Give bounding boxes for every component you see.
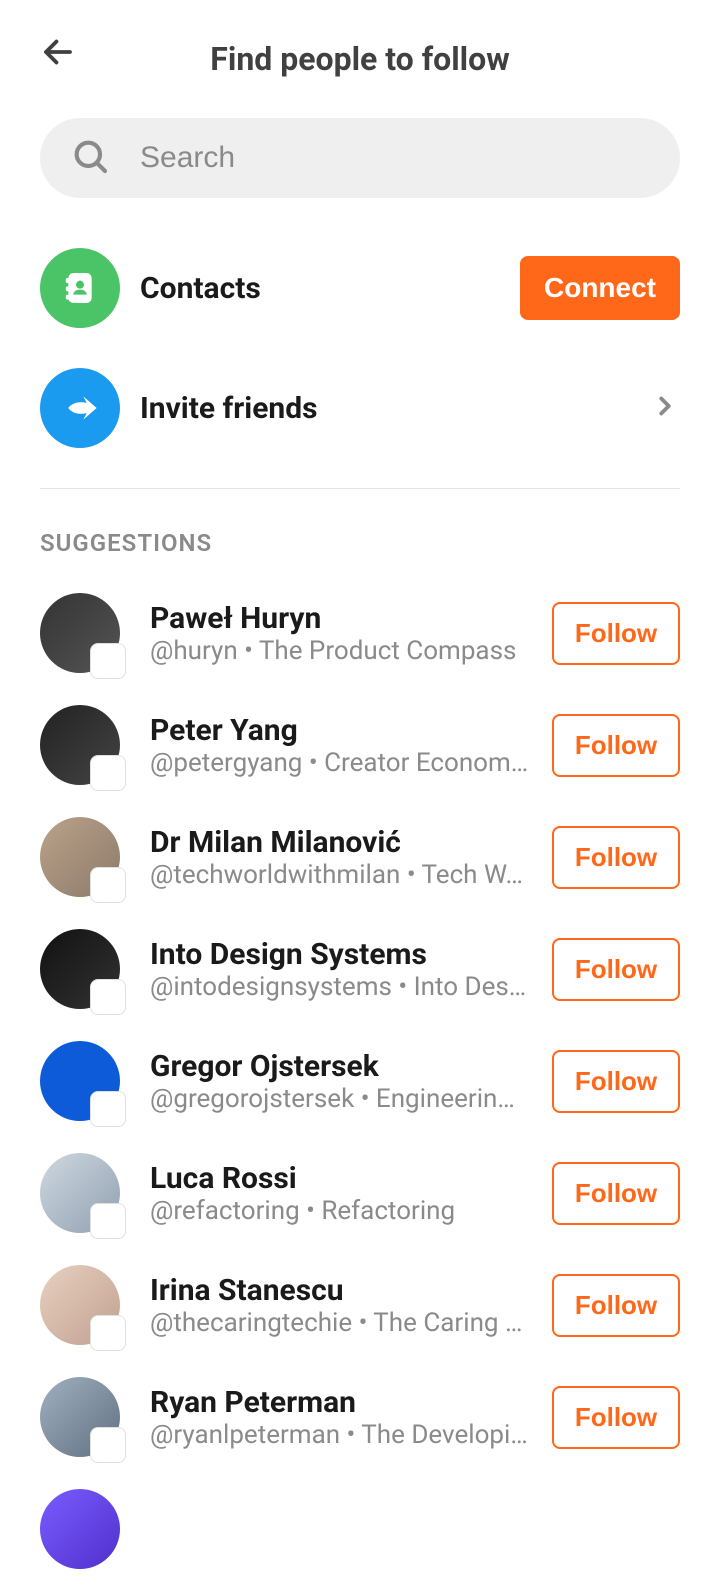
publication-badge-icon [90,1315,126,1351]
publication-badge-icon [90,1091,126,1127]
suggestion-name: Gregor Ojstersek [150,1049,536,1084]
suggestion-row[interactable]: Luca Rossi @refactoring • Refactoring Fo… [0,1137,720,1249]
suggestion-name: Into Design Systems [150,937,536,972]
connect-button[interactable]: Connect [520,256,680,320]
avatar [40,1377,120,1457]
suggestion-name: Luca Rossi [150,1161,536,1196]
search-input[interactable] [140,141,650,175]
publication-badge-icon [90,1203,126,1239]
suggestion-handle: @gregorojstersek • Engineerin… [150,1084,536,1114]
suggestion-handle: @petergyang • Creator Econom… [150,748,536,778]
avatar [40,1153,120,1233]
suggestion-row[interactable]: Peter Yang @petergyang • Creator Econom…… [0,689,720,801]
follow-button[interactable]: Follow [552,1050,680,1113]
suggestion-handle: @thecaringtechie • The Caring … [150,1308,536,1338]
share-icon [40,368,120,448]
suggestion-row[interactable]: Gregor Ojstersek @gregorojstersek • Engi… [0,1025,720,1137]
follow-button[interactable]: Follow [552,826,680,889]
avatar [40,817,120,897]
avatar [40,929,120,1009]
suggestion-row[interactable]: Into Design Systems @intodesignsystems •… [0,913,720,1025]
suggestion-row[interactable] [0,1473,720,1585]
page-title: Find people to follow [40,40,680,78]
suggestion-row[interactable]: Ryan Peterman @ryanlpeterman • The Devel… [0,1361,720,1473]
suggestion-name: Irina Stanescu [150,1273,536,1308]
suggestion-handle: @techworldwithmilan • Tech W… [150,860,536,890]
follow-button[interactable]: Follow [552,1274,680,1337]
avatar [40,1265,120,1345]
avatar [40,593,120,673]
invite-friends-row[interactable]: Invite friends [0,348,720,468]
invite-friends-label: Invite friends [140,391,650,426]
suggestion-row[interactable]: Irina Stanescu @thecaringtechie • The Ca… [0,1249,720,1361]
follow-button[interactable]: Follow [552,1386,680,1449]
follow-button[interactable]: Follow [552,602,680,665]
search-bar[interactable] [40,118,680,198]
publication-badge-icon [90,867,126,903]
follow-button[interactable]: Follow [552,938,680,1001]
search-icon [70,136,110,180]
suggestion-row[interactable]: Dr Milan Milanović @techworldwithmilan •… [0,801,720,913]
suggestions-header: SUGGESTIONS [0,489,720,577]
suggestion-name: Peter Yang [150,713,536,748]
back-button[interactable] [40,34,76,74]
contacts-icon [40,248,120,328]
follow-button[interactable]: Follow [552,714,680,777]
suggestion-name: Dr Milan Milanović [150,825,536,860]
chevron-right-icon [650,391,680,425]
avatar [40,1489,120,1569]
publication-badge-icon [90,643,126,679]
publication-badge-icon [90,755,126,791]
avatar [40,1041,120,1121]
contacts-label: Contacts [140,271,520,306]
publication-badge-icon [90,1427,126,1463]
suggestion-name: Ryan Peterman [150,1385,536,1420]
suggestion-row[interactable]: Paweł Huryn @huryn • The Product Compass… [0,577,720,689]
follow-button[interactable]: Follow [552,1162,680,1225]
suggestion-handle: @huryn • The Product Compass [150,636,536,666]
suggestion-handle: @ryanlpeterman • The Developi… [150,1420,536,1450]
arrow-left-icon [40,34,76,70]
suggestion-name: Paweł Huryn [150,601,536,636]
avatar [40,705,120,785]
publication-badge-icon [90,979,126,1015]
suggestion-handle: @refactoring • Refactoring [150,1196,536,1226]
suggestion-handle: @intodesignsystems • Into Des… [150,972,536,1002]
contacts-row: Contacts Connect [0,228,720,348]
